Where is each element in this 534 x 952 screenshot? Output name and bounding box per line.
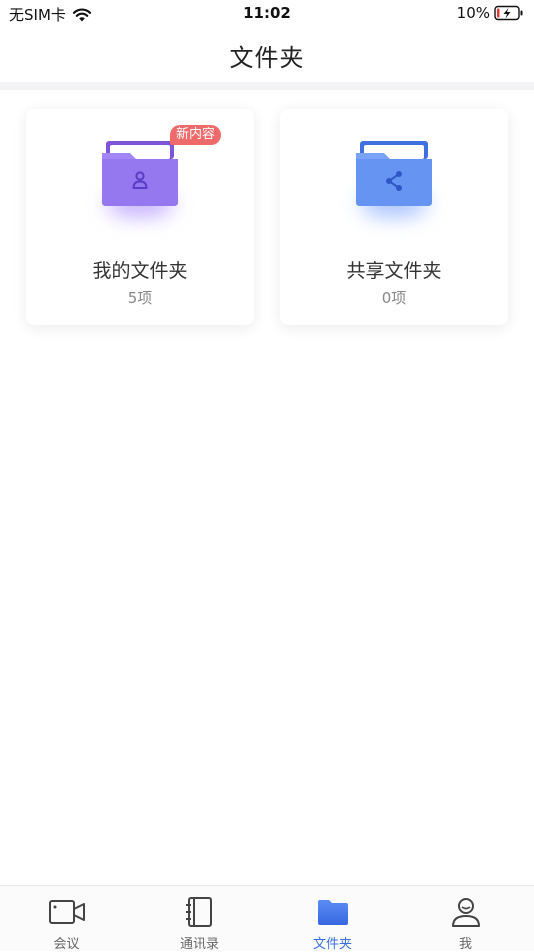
nav-bar: 文件夹: [0, 28, 534, 82]
folder-name: 共享文件夹: [346, 260, 442, 282]
page-title: 文件夹: [229, 44, 305, 72]
battery-charging-icon: [494, 5, 523, 21]
user-icon: [452, 898, 480, 927]
tab-me[interactable]: 我: [399, 886, 532, 952]
folder-name: 我的文件夹: [92, 260, 188, 282]
folder-icon: [318, 900, 348, 925]
status-time: 11:02: [243, 4, 291, 22]
person-folder-icon: [102, 141, 178, 206]
status-bar: 无SIM卡 11:02 10%: [0, 0, 534, 28]
battery-percent: 10%: [456, 4, 490, 22]
tab-label: 我: [458, 937, 472, 952]
nav-divider: [0, 82, 534, 90]
status-right: 10%: [457, 4, 524, 22]
tab-contacts[interactable]: 通讯录: [133, 886, 266, 952]
my-folder-card[interactable]: 新内容 我的文件夹 5项: [26, 109, 254, 325]
video-camera-icon: [49, 900, 85, 924]
folder-item-count: 0项: [381, 289, 407, 307]
tab-meeting[interactable]: 会议: [0, 886, 133, 952]
tab-label: 通讯录: [179, 937, 219, 952]
folder-list: 新内容 我的文件夹 5项 共享文件夹 0项: [0, 90, 534, 885]
folder-item-count: 5项: [127, 289, 153, 307]
tab-bar: 会议 通讯录 文件夹 我: [0, 885, 534, 952]
tab-label: 文件夹: [312, 937, 352, 952]
share-folder-icon: [356, 141, 432, 206]
my-folder-icon-wrap: [96, 135, 184, 217]
tab-folder[interactable]: 文件夹: [266, 886, 399, 952]
shared-folder-card[interactable]: 共享文件夹 0项: [280, 109, 508, 325]
tab-label: 会议: [53, 937, 80, 952]
contacts-book-icon: [186, 897, 212, 927]
new-content-badge: 新内容: [170, 125, 222, 145]
shared-folder-icon-wrap: [350, 135, 438, 217]
